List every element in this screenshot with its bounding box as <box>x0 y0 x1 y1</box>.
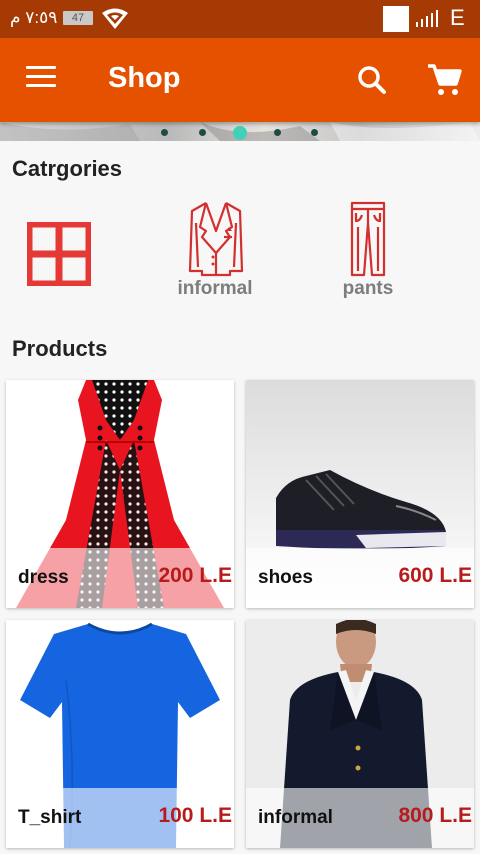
product-name: T_shirt <box>18 807 82 828</box>
product-card-tshirt[interactable]: T_shirt 100 L.E <box>6 620 234 848</box>
product-price: 600 L.E <box>398 564 472 587</box>
carousel-dot[interactable] <box>232 126 247 140</box>
shopping-cart-icon[interactable] <box>426 62 462 98</box>
product-card-dress[interactable]: dress 200 L.E <box>6 380 234 608</box>
pants-icon <box>350 201 386 277</box>
blazer-icon <box>188 202 244 277</box>
category-pants[interactable]: pants <box>308 196 428 306</box>
categories-title: Catrgories <box>12 156 123 181</box>
page-title: Shop <box>108 62 181 94</box>
product-price: 100 L.E <box>158 804 232 827</box>
carousel-dot[interactable] <box>311 129 318 136</box>
category-label: pants <box>342 278 394 299</box>
product-name: informal <box>258 807 333 828</box>
menu-icon[interactable] <box>26 66 56 90</box>
signal-icon <box>416 10 438 27</box>
category-all[interactable] <box>0 196 120 306</box>
product-price: 800 L.E <box>398 804 472 827</box>
carousel-dot[interactable] <box>161 129 168 136</box>
banner-carousel[interactable] <box>0 122 480 141</box>
product-price: 200 L.E <box>158 564 232 587</box>
search-icon[interactable] <box>356 64 388 96</box>
product-card-shoes[interactable]: shoes 600 L.E <box>246 380 474 608</box>
category-label: informal <box>177 278 253 299</box>
category-informal[interactable]: informal <box>155 196 275 306</box>
carousel-dot[interactable] <box>198 129 206 136</box>
products-title: Products <box>12 336 108 361</box>
battery-icon: 47 <box>63 11 93 25</box>
carousel-dot[interactable] <box>273 129 281 136</box>
product-name: dress <box>18 567 69 588</box>
status-time: ٧:٥٩ م <box>10 8 58 27</box>
app-bar: Shop <box>0 38 480 122</box>
notification-icon <box>383 6 409 32</box>
network-type: E <box>450 5 465 30</box>
main-content: Catrgories informal pants Products dress… <box>0 141 480 854</box>
product-name: shoes <box>258 567 313 588</box>
wifi-icon <box>102 8 128 29</box>
grid-icon <box>27 222 91 286</box>
product-card-informal[interactable]: informal 800 L.E <box>246 620 474 848</box>
status-bar: ٧:٥٩ م 47 E <box>0 0 480 38</box>
